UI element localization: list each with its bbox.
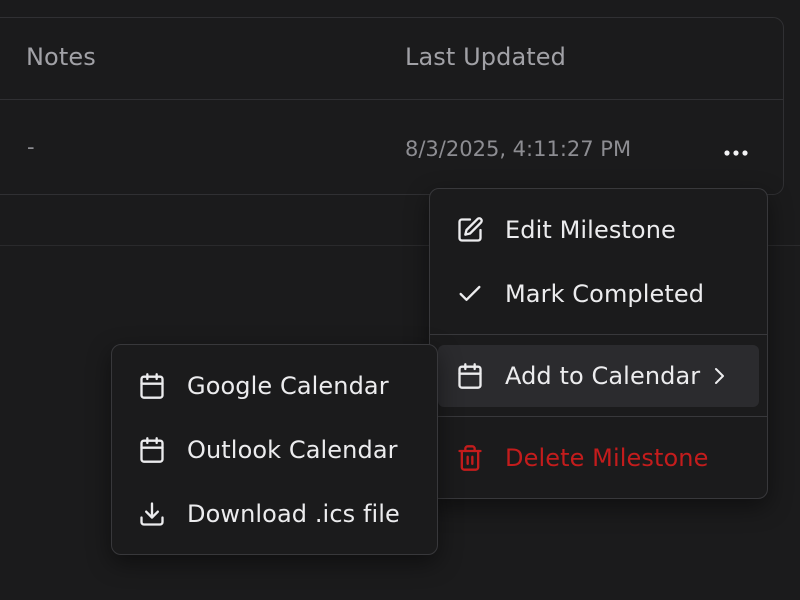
- edit-milestone-item[interactable]: Edit Milestone: [438, 199, 759, 261]
- add-to-calendar-submenu: Google Calendar Outlook Calendar Downloa…: [111, 344, 438, 555]
- download-ics-item[interactable]: Download .ics file: [120, 483, 429, 545]
- google-calendar-item[interactable]: Google Calendar: [120, 355, 429, 417]
- row-actions-button[interactable]: [714, 131, 758, 175]
- delete-milestone-item[interactable]: Delete Milestone: [438, 427, 759, 489]
- more-horizontal-icon: [724, 150, 748, 156]
- mark-completed-label: Mark Completed: [505, 280, 705, 308]
- edit-milestone-label: Edit Milestone: [505, 216, 676, 244]
- check-icon: [455, 279, 485, 309]
- trash-icon: [455, 443, 485, 473]
- calendar-icon: [137, 371, 167, 401]
- add-to-calendar-item[interactable]: Add to Calendar: [438, 345, 759, 407]
- outlook-calendar-label: Outlook Calendar: [187, 436, 398, 464]
- milestones-table: Notes Last Updated - 8/3/2025, 4:11:27 P…: [0, 17, 784, 195]
- milestones-view: Notes Last Updated - 8/3/2025, 4:11:27 P…: [0, 0, 800, 600]
- notes-cell: -: [27, 135, 35, 159]
- download-icon: [137, 499, 167, 529]
- outlook-calendar-item[interactable]: Outlook Calendar: [120, 419, 429, 481]
- menu-separator: [430, 334, 767, 335]
- mark-completed-item[interactable]: Mark Completed: [438, 263, 759, 325]
- column-header-notes[interactable]: Notes: [26, 43, 96, 71]
- download-ics-label: Download .ics file: [187, 500, 400, 528]
- table-header: Notes Last Updated: [0, 18, 783, 100]
- add-to-calendar-label: Add to Calendar: [505, 362, 701, 390]
- menu-separator: [430, 416, 767, 417]
- row-actions-menu: Edit Milestone Mark Completed Add to Cal…: [429, 188, 768, 499]
- calendar-icon: [455, 361, 485, 391]
- google-calendar-label: Google Calendar: [187, 372, 389, 400]
- delete-milestone-label: Delete Milestone: [505, 444, 709, 472]
- column-header-last-updated[interactable]: Last Updated: [405, 43, 566, 71]
- chevron-right-icon: [710, 365, 728, 387]
- last-updated-cell: 8/3/2025, 4:11:27 PM: [405, 137, 632, 161]
- calendar-icon: [137, 435, 167, 465]
- edit-icon: [455, 215, 485, 245]
